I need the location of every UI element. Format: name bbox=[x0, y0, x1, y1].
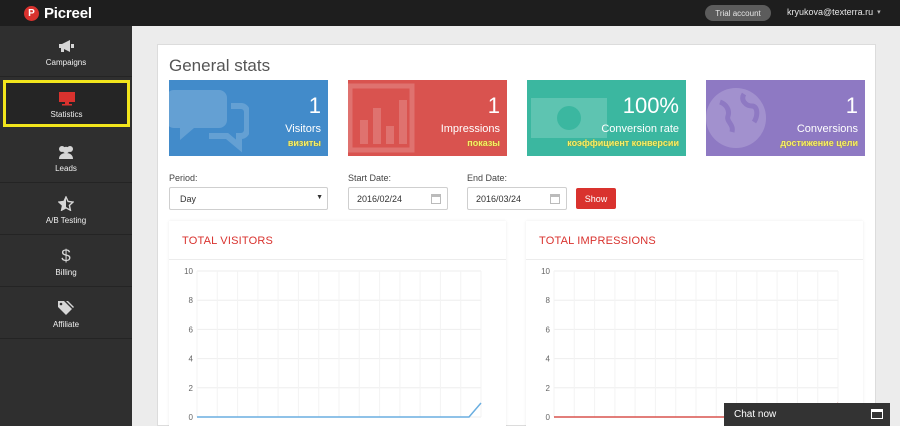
y-tick-label: 6 bbox=[546, 325, 551, 334]
chart-total-visitors: TOTAL VISITORS 10 8 6 4 2 0 bbox=[169, 221, 506, 426]
period-value: Day bbox=[180, 193, 197, 204]
calendar-icon[interactable] bbox=[431, 194, 441, 204]
star-half-icon bbox=[58, 194, 74, 214]
y-tick-label: 8 bbox=[189, 296, 194, 305]
period-label: Period: bbox=[169, 173, 198, 183]
sidebar-item-ab-testing[interactable]: A/B Testing bbox=[0, 184, 132, 235]
sidebar-item-leads[interactable]: Leads bbox=[0, 132, 132, 183]
y-tick-label: 2 bbox=[546, 384, 551, 393]
user-menu[interactable]: kryukova@texterra.ru ▾ bbox=[787, 7, 881, 17]
users-icon bbox=[56, 142, 76, 162]
stat-translation: достижение цели bbox=[780, 138, 858, 148]
stat-value: 1 bbox=[308, 93, 321, 118]
sidebar-item-label: Affiliate bbox=[52, 319, 80, 329]
y-tick-label: 8 bbox=[546, 296, 551, 305]
stat-translation: коэффициент конверсии bbox=[567, 138, 679, 148]
end-date-label: End Date: bbox=[467, 173, 508, 183]
end-date-value: 2016/03/24 bbox=[476, 193, 522, 204]
stat-label: Conversion rate bbox=[601, 123, 679, 135]
calendar-icon[interactable] bbox=[550, 194, 560, 204]
stat-translation: визиты bbox=[287, 138, 321, 148]
chart-total-impressions: TOTAL IMPRESSIONS 10 8 6 4 2 0 bbox=[526, 221, 863, 426]
trial-account-badge[interactable]: Trial account bbox=[705, 5, 771, 21]
stat-translation: показы bbox=[467, 138, 500, 148]
stat-card-conversions: 1 Conversions достижение цели bbox=[706, 80, 865, 156]
sidebar-item-label: A/B Testing bbox=[45, 215, 87, 225]
chat-label: Chat now bbox=[734, 409, 777, 420]
stat-label: Conversions bbox=[796, 123, 858, 135]
y-tick-label: 0 bbox=[546, 413, 551, 422]
stat-value: 100% bbox=[622, 93, 679, 118]
y-tick-label: 0 bbox=[189, 413, 194, 422]
sidebar-item-label: Campaigns bbox=[45, 57, 87, 67]
stat-label: Impressions bbox=[440, 123, 500, 135]
start-date-label: Start Date: bbox=[348, 173, 392, 183]
period-select[interactable]: Day ▼ bbox=[169, 187, 328, 210]
y-tick-label: 2 bbox=[189, 384, 194, 393]
sidebar: Campaigns Statistics Leads A/B Testing $… bbox=[0, 26, 132, 426]
sidebar-item-label: Statistics bbox=[50, 110, 83, 119]
impressions-plot: 10 8 6 4 2 0 bbox=[541, 267, 839, 422]
megaphone-icon bbox=[57, 36, 75, 56]
globe-icon bbox=[706, 88, 766, 148]
page-title: General stats bbox=[169, 56, 271, 75]
visitors-plot: 10 8 6 4 2 0 bbox=[184, 267, 482, 422]
dollar-icon: $ bbox=[61, 245, 71, 265]
monitor-icon bbox=[58, 88, 76, 108]
y-tick-label: 10 bbox=[541, 267, 550, 276]
stat-label: Visitors bbox=[285, 123, 321, 135]
comments-icon bbox=[169, 90, 249, 153]
sidebar-item-billing[interactable]: $ Billing bbox=[0, 236, 132, 287]
sidebar-item-affiliate[interactable]: Affiliate bbox=[0, 288, 132, 339]
user-email: kryukova@texterra.ru bbox=[787, 7, 874, 17]
y-tick-label: 4 bbox=[546, 355, 551, 364]
caret-down-icon: ▼ bbox=[316, 194, 323, 201]
chat-window-icon[interactable] bbox=[871, 409, 883, 419]
app-logo[interactable]: P Picreel bbox=[24, 3, 92, 23]
stat-card-conversion-rate: 100% Conversion rate коэффициент конверс… bbox=[527, 80, 686, 156]
y-tick-label: 10 bbox=[184, 267, 193, 276]
sidebar-item-label: Billing bbox=[55, 267, 77, 277]
tags-icon bbox=[57, 298, 75, 318]
stat-value: 1 bbox=[845, 93, 858, 118]
logo-text: Picreel bbox=[44, 4, 92, 22]
stat-value: 1 bbox=[487, 93, 500, 118]
top-bar: P Picreel Trial account kryukova@texterr… bbox=[0, 0, 900, 26]
show-button[interactable]: Show bbox=[576, 188, 616, 209]
chevron-down-icon: ▾ bbox=[877, 9, 881, 16]
end-date-input[interactable]: 2016/03/24 bbox=[467, 187, 567, 210]
sidebar-item-campaigns[interactable]: Campaigns bbox=[0, 26, 132, 77]
stat-card-impressions: 1 Impressions показы bbox=[348, 80, 507, 156]
main-panel: General stats 1 Visitors визиты 1 Impres… bbox=[157, 44, 876, 426]
bar-chart-icon bbox=[348, 83, 415, 153]
start-date-input[interactable]: 2016/02/24 bbox=[348, 187, 448, 210]
start-date-value: 2016/02/24 bbox=[357, 193, 403, 204]
sidebar-item-label: Leads bbox=[55, 163, 77, 173]
y-tick-label: 4 bbox=[189, 355, 194, 364]
sidebar-item-statistics[interactable]: Statistics bbox=[3, 80, 130, 127]
stat-card-visitors: 1 Visitors визиты bbox=[169, 80, 328, 156]
y-tick-label: 6 bbox=[189, 325, 194, 334]
logo-mark-icon: P bbox=[24, 5, 39, 21]
chat-now-button[interactable]: Chat now bbox=[724, 403, 890, 426]
